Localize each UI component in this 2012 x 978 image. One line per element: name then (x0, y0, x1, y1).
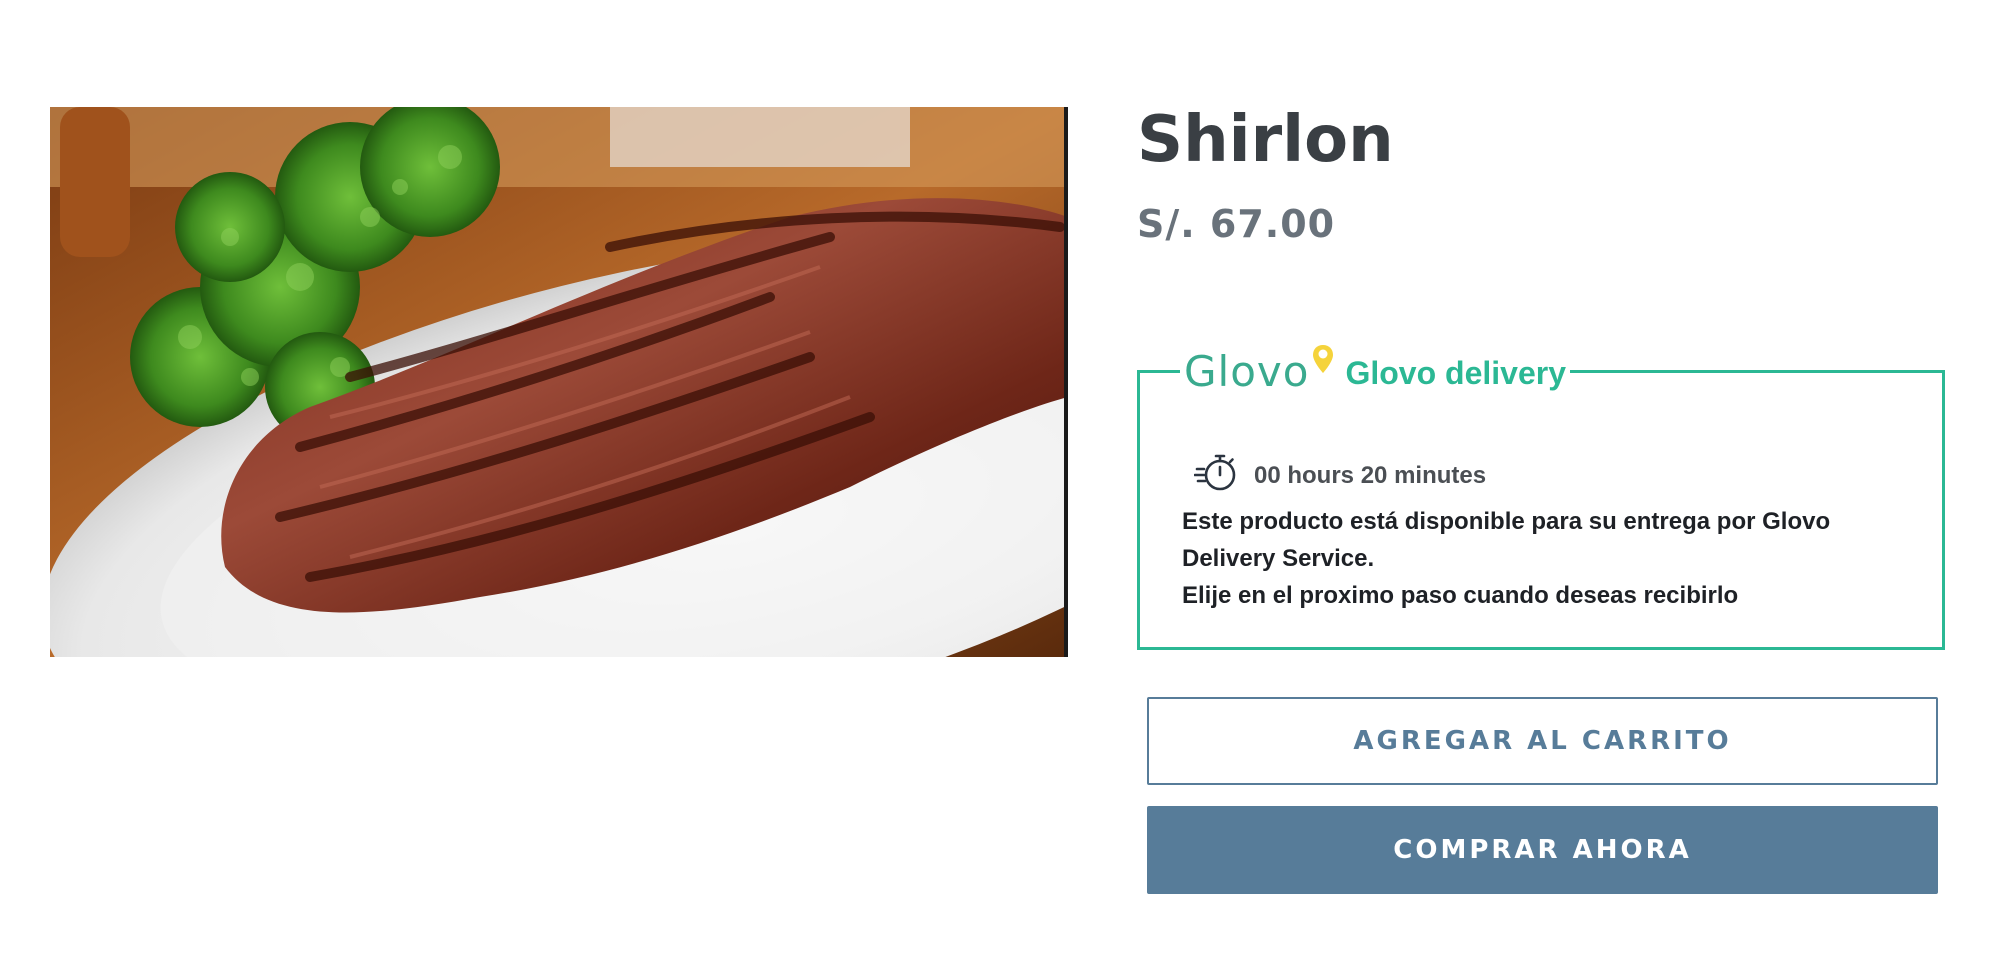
product-page: Shirlon S/. 67.00 Glovo Glovo delivery 0… (0, 0, 2012, 978)
delivery-time: 00 hours 20 minutes (1254, 461, 1487, 489)
product-price: S/. 67.00 (1137, 202, 1336, 246)
glovo-logo: Glovo (1184, 345, 1335, 396)
glovo-delivery-title: Glovo delivery (1345, 355, 1566, 391)
steak-photo (50, 107, 1068, 657)
glovo-logo-text: Glovo (1184, 347, 1310, 396)
product-title: Shirlon (1137, 103, 1394, 177)
delivery-time-row: 00 hours 20 minutes (1193, 453, 1487, 498)
delivery-availability-text: Este producto está disponible para su en… (1182, 508, 1831, 572)
stopwatch-icon (1193, 453, 1238, 498)
delivery-instruction-text: Elije en el proximo paso cuando deseas r… (1182, 582, 1739, 609)
delivery-description: Este producto está disponible para su en… (1182, 503, 1922, 614)
product-image[interactable] (50, 107, 1068, 657)
product-info: Shirlon S/. 67.00 (1137, 100, 1957, 246)
buy-now-button[interactable]: COMPRAR AHORA (1147, 806, 1938, 894)
glovo-delivery-box: Glovo Glovo delivery 00 hours 20 minutes… (1137, 339, 1945, 650)
glovo-header: Glovo Glovo delivery (1180, 339, 1570, 395)
add-to-cart-button[interactable]: AGREGAR AL CARRITO (1147, 697, 1938, 785)
location-pin-icon (1311, 343, 1335, 382)
